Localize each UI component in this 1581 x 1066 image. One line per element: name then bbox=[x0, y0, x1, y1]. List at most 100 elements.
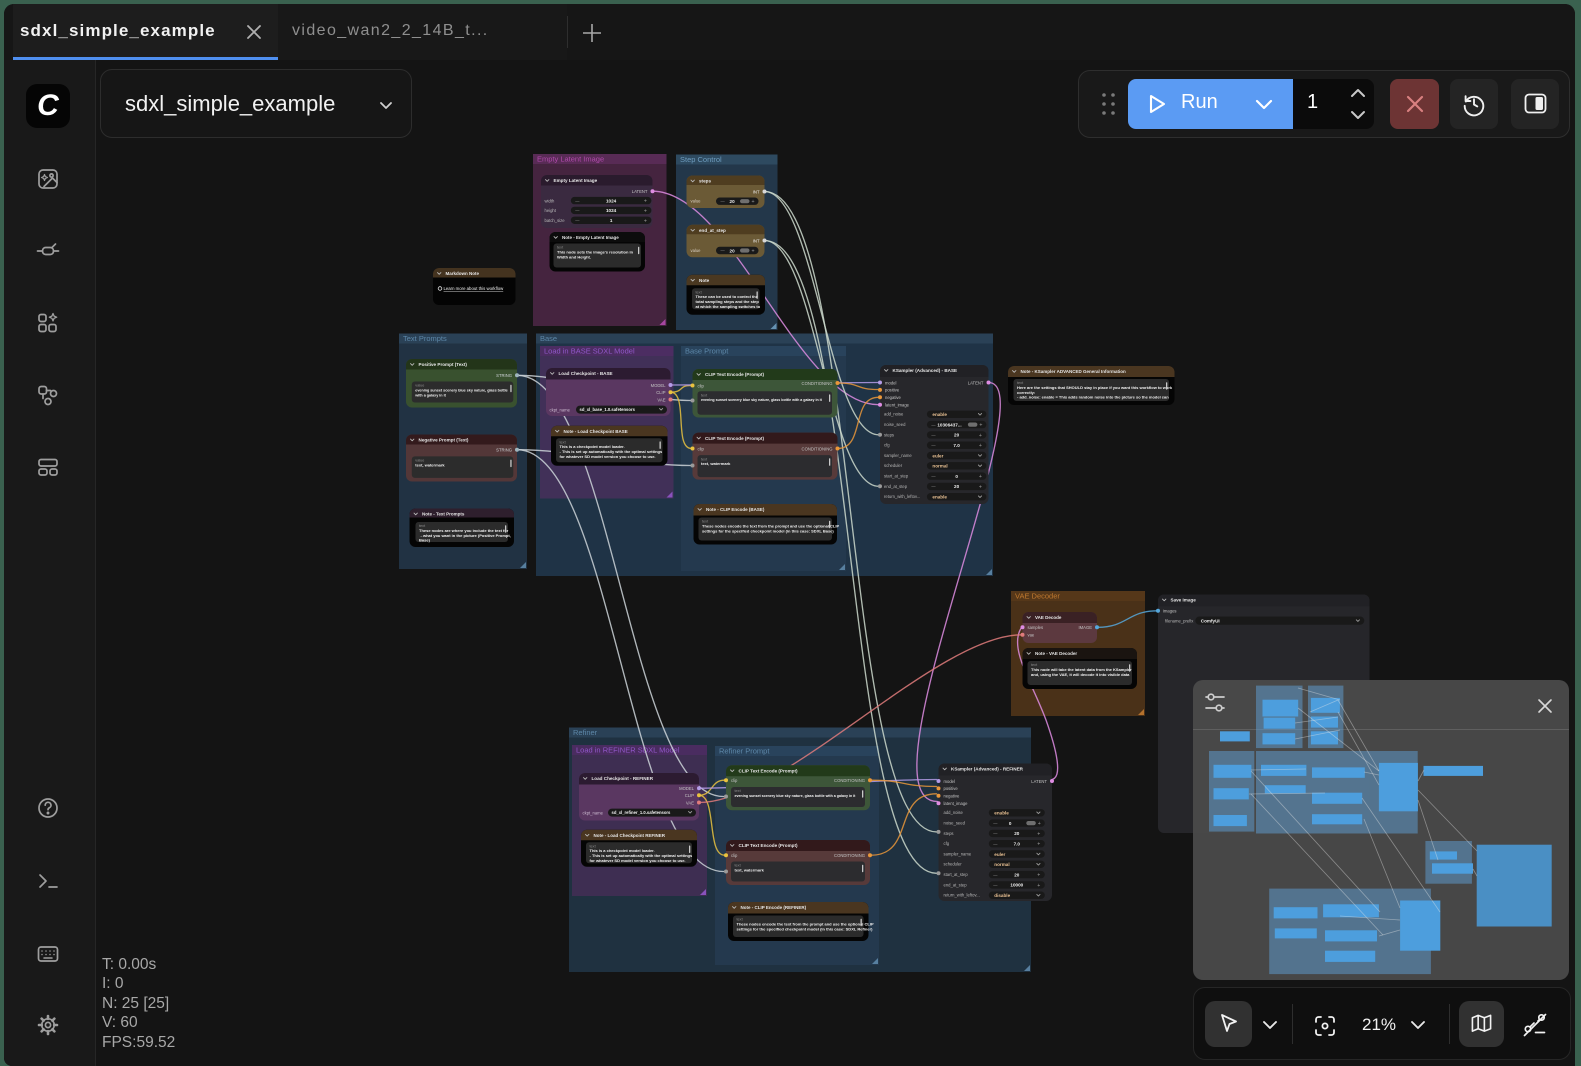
svg-text:Refiner: Refiner bbox=[573, 728, 598, 737]
svg-text:Empty Latent Image: Empty Latent Image bbox=[537, 155, 604, 164]
svg-text:return_with_leftov...: return_with_leftov... bbox=[884, 494, 920, 499]
svg-text:sampler_name: sampler_name bbox=[944, 851, 972, 856]
svg-text:Note - VAE Decoder: Note - VAE Decoder bbox=[1035, 651, 1077, 656]
svg-text:+: + bbox=[979, 443, 982, 449]
svg-text:noise_seed: noise_seed bbox=[884, 422, 906, 427]
svg-text:+: + bbox=[1037, 842, 1040, 848]
svg-text:cfg: cfg bbox=[944, 841, 950, 846]
svg-text:+: + bbox=[644, 218, 647, 224]
svg-text:KSampler (Advanced) - BASE: KSampler (Advanced) - BASE bbox=[893, 368, 958, 373]
svg-text:1024: 1024 bbox=[606, 208, 617, 213]
svg-text:0: 0 bbox=[955, 474, 958, 479]
svg-text:model: model bbox=[944, 779, 955, 784]
svg-text:ComfyUI: ComfyUI bbox=[1201, 618, 1220, 623]
svg-text:20: 20 bbox=[1014, 872, 1020, 877]
svg-text:evening sunset scenery blue sk: evening sunset scenery blue sky nature, … bbox=[415, 388, 507, 392]
svg-text:ckpt_name: ckpt_name bbox=[550, 407, 571, 412]
svg-text:scheduler: scheduler bbox=[884, 463, 903, 468]
svg-text:Negative Prompt (Text): Negative Prompt (Text) bbox=[419, 438, 469, 443]
svg-text:7.0: 7.0 bbox=[953, 443, 960, 448]
svg-text:+: + bbox=[979, 484, 982, 490]
svg-text:evening sunset scenery blue sk: evening sunset scenery blue sky nature, … bbox=[701, 398, 823, 402]
svg-text:20: 20 bbox=[954, 433, 960, 438]
svg-text:normal: normal bbox=[994, 862, 1009, 867]
svg-text:CLIP: CLIP bbox=[685, 793, 695, 798]
svg-text:height: height bbox=[545, 208, 557, 213]
svg-text:with a galaxy in it: with a galaxy in it bbox=[414, 393, 446, 397]
svg-text:Note - Load Checkpoint REFINER: Note - Load Checkpoint REFINER bbox=[594, 833, 666, 838]
svg-text:negative: negative bbox=[885, 395, 902, 400]
svg-text:Base Prompt: Base Prompt bbox=[685, 347, 729, 356]
svg-text:return_with_leftov...: return_with_leftov... bbox=[944, 893, 980, 898]
svg-text:evening sunset scenery blue sk: evening sunset scenery blue sky nature, … bbox=[735, 794, 857, 798]
svg-text:Note - Empty Latent Image: Note - Empty Latent Image bbox=[562, 235, 619, 240]
svg-text:cfg: cfg bbox=[884, 443, 890, 448]
svg-text:Width and Height.: Width and Height. bbox=[557, 254, 591, 259]
svg-text:positive: positive bbox=[885, 388, 900, 393]
svg-text:Load Checkpoint - BASE: Load Checkpoint - BASE bbox=[559, 371, 613, 376]
svg-text:+: + bbox=[752, 199, 755, 205]
svg-text:Note: Note bbox=[699, 278, 710, 283]
svg-text:start_at_step: start_at_step bbox=[944, 872, 969, 877]
svg-text:Base: Base bbox=[540, 334, 557, 343]
svg-text:filename_prefix: filename_prefix bbox=[1165, 619, 1194, 624]
svg-text:batch_size: batch_size bbox=[545, 218, 566, 223]
svg-text:CLIP: CLIP bbox=[656, 390, 666, 395]
svg-text:10000: 10000 bbox=[1010, 883, 1023, 888]
svg-text:0: 0 bbox=[1009, 821, 1012, 826]
svg-text:Step Control: Step Control bbox=[680, 155, 722, 164]
svg-text:text, watermark: text, watermark bbox=[701, 461, 731, 466]
svg-text:positive: positive bbox=[944, 786, 959, 791]
svg-text:STRING: STRING bbox=[496, 373, 512, 378]
svg-text:+: + bbox=[979, 474, 982, 480]
svg-text:1: 1 bbox=[610, 218, 613, 223]
svg-text:LATENT: LATENT bbox=[1031, 779, 1047, 784]
svg-text:clip: clip bbox=[731, 853, 738, 858]
svg-text:Note - CLIP Encode (REFINER): Note - CLIP Encode (REFINER) bbox=[741, 905, 807, 910]
svg-text:- add_noise: enable = This add: - add_noise: enable = This adds random n… bbox=[1017, 395, 1169, 400]
svg-text:+: + bbox=[644, 208, 647, 214]
svg-text:MODEL: MODEL bbox=[651, 383, 667, 388]
svg-text:7.0: 7.0 bbox=[1014, 842, 1021, 847]
svg-text:Load in BASE SDXL Model: Load in BASE SDXL Model bbox=[544, 347, 635, 356]
svg-text:clip: clip bbox=[731, 778, 738, 783]
svg-text:clip: clip bbox=[698, 383, 705, 388]
svg-text:Refiner Prompt: Refiner Prompt bbox=[719, 747, 770, 756]
svg-text:end_at_step: end_at_step bbox=[884, 484, 908, 489]
svg-text:Note - CLIP Encode (BASE): Note - CLIP Encode (BASE) bbox=[706, 507, 765, 512]
svg-text:end_at_step: end_at_step bbox=[944, 882, 968, 887]
svg-text:STRING: STRING bbox=[496, 448, 512, 453]
svg-text:Note - Text Prompts: Note - Text Prompts bbox=[422, 512, 465, 517]
svg-text:width: width bbox=[545, 198, 555, 203]
svg-text:+: + bbox=[752, 249, 755, 255]
svg-text:samples: samples bbox=[1028, 625, 1044, 630]
svg-text:value: value bbox=[691, 199, 702, 204]
svg-text:vae: vae bbox=[1028, 633, 1035, 638]
svg-text:Note - KSampler ADVANCED Gener: Note - KSampler ADVANCED General Informa… bbox=[1021, 369, 1127, 374]
svg-text:value: value bbox=[691, 248, 702, 253]
svg-text:Save Image: Save Image bbox=[1171, 598, 1197, 603]
svg-text:CLIP Text Encode (Prompt): CLIP Text Encode (Prompt) bbox=[739, 843, 799, 848]
svg-text:20: 20 bbox=[1014, 831, 1020, 836]
svg-text:20: 20 bbox=[954, 484, 960, 489]
svg-text:CONDITIONING: CONDITIONING bbox=[802, 446, 833, 451]
svg-text:+: + bbox=[1037, 873, 1040, 879]
svg-text:text: text bbox=[735, 789, 742, 793]
svg-text:steps: steps bbox=[884, 432, 894, 437]
svg-text:latent_image: latent_image bbox=[944, 801, 969, 806]
svg-text:latent_image: latent_image bbox=[885, 403, 910, 408]
svg-text:KSampler (Advanced) - REFINER: KSampler (Advanced) - REFINER bbox=[951, 767, 1024, 772]
svg-text:VAE Decoder: VAE Decoder bbox=[1015, 592, 1060, 601]
svg-text:1024: 1024 bbox=[606, 198, 617, 203]
svg-text:CONDITIONING: CONDITIONING bbox=[802, 381, 833, 386]
svg-text:sd_xl_base_1.0.safetensors: sd_xl_base_1.0.safetensors bbox=[580, 407, 636, 412]
svg-text:CLIP Text Encode (Prompt): CLIP Text Encode (Prompt) bbox=[705, 436, 765, 441]
svg-text:sampler_name: sampler_name bbox=[884, 453, 912, 458]
svg-text:end_at_step: end_at_step bbox=[699, 228, 726, 233]
svg-text:enable: enable bbox=[932, 495, 947, 500]
svg-text:euler: euler bbox=[932, 453, 943, 458]
svg-text:+: + bbox=[1037, 831, 1040, 837]
svg-text:LATENT: LATENT bbox=[632, 189, 648, 194]
svg-text:LATENT: LATENT bbox=[968, 380, 984, 385]
svg-text:model: model bbox=[885, 380, 896, 385]
